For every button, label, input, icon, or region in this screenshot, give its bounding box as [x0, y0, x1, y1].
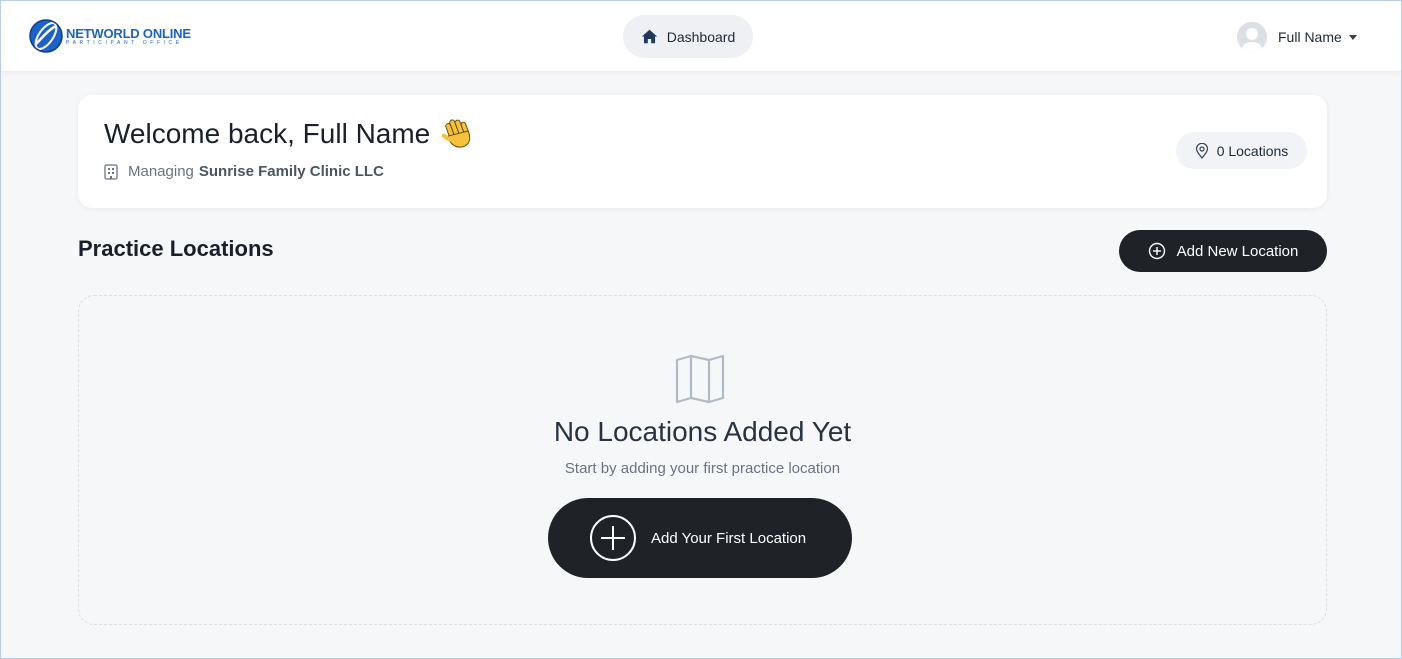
welcome-heading: Welcome back, Full Name — [104, 117, 474, 151]
locations-count-badge: 0 Locations — [1176, 132, 1307, 169]
nav-dashboard-label: Dashboard — [666, 28, 736, 45]
locations-count: 0 Locations — [1216, 142, 1289, 159]
avatar — [1237, 22, 1267, 52]
welcome-card: Welcome back, Full Name Managing Sunrise… — [78, 95, 1327, 208]
app-window: NETWORLD ONLINE PARTICIPANT OFFICE Dashb… — [0, 0, 1402, 659]
plus-circle-icon — [590, 515, 636, 561]
user-icon — [1237, 22, 1267, 52]
add-first-location-label: Add Your First Location — [651, 529, 807, 547]
map-pin-icon — [1195, 142, 1208, 159]
nav-dashboard[interactable]: Dashboard — [623, 15, 753, 58]
building-icon — [104, 163, 118, 180]
empty-state-title: No Locations Added Yet — [553, 416, 852, 447]
waving-hand-icon — [442, 119, 471, 148]
globe-logo-icon — [29, 19, 63, 53]
plus-circle-icon — [1148, 242, 1165, 260]
managing-prefix: Managing — [128, 163, 194, 180]
section-title: Practice Locations — [78, 236, 274, 261]
add-new-location-button[interactable]: Add New Location — [1119, 230, 1327, 272]
map-icon — [675, 354, 725, 404]
chevron-down-icon — [1348, 34, 1357, 40]
user-name: Full Name — [1278, 29, 1342, 45]
brand-subtitle: PARTICIPANT OFFICE — [66, 39, 183, 46]
brand-logo[interactable]: NETWORLD ONLINE PARTICIPANT OFFICE — [28, 18, 191, 54]
empty-state-panel: No Locations Added Yet Start by adding y… — [78, 295, 1327, 625]
add-first-location-button[interactable]: Add Your First Location — [548, 498, 852, 578]
brand-title: NETWORLD ONLINE — [66, 25, 191, 41]
add-new-location-label: Add New Location — [1176, 242, 1299, 260]
top-navbar: NETWORLD ONLINE PARTICIPANT OFFICE Dashb… — [1, 1, 1401, 72]
organization-name: Sunrise Family Clinic LLC — [198, 163, 384, 180]
managing-line: Managing Sunrise Family Clinic LLC — [104, 163, 384, 180]
welcome-title: Welcome back, Full Name — [104, 118, 431, 149]
user-menu[interactable]: Full Name — [1237, 21, 1357, 53]
empty-state-subtitle: Start by adding your first practice loca… — [564, 460, 841, 477]
home-icon — [641, 29, 657, 44]
